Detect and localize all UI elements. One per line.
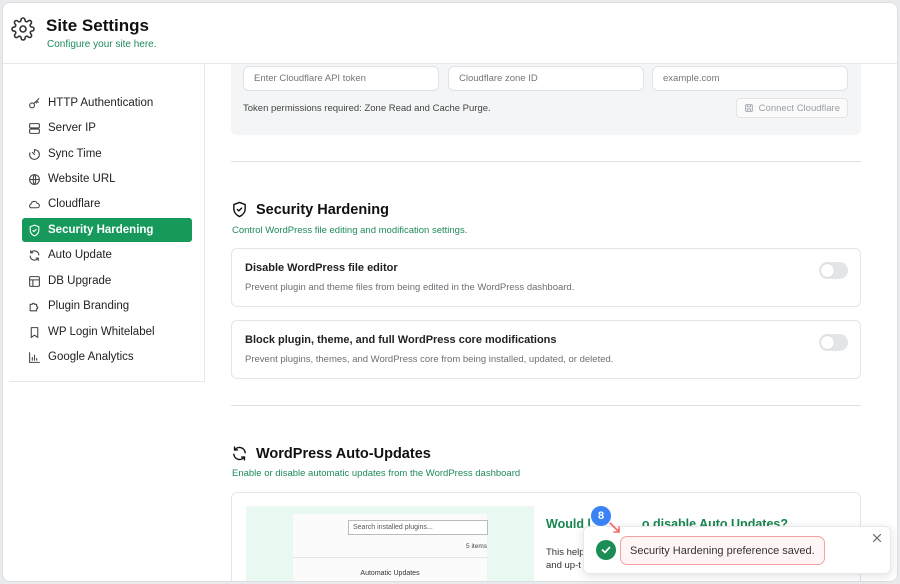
sidebar-item-plugin-branding[interactable]: Plugin Branding [22,294,192,318]
sidebar-item-label: Cloudflare [48,198,101,210]
site-settings-window: Site Settings Configure your site here. … [2,2,898,582]
sidebar-item-wp-login-whitelabel[interactable]: WP Login Whitelabel [22,320,192,344]
block-modifications-title: Block plugin, theme, and full WordPress … [245,334,557,346]
settings-main-panel: Token permissions required: Zone Read an… [205,64,897,581]
plugins-screen-preview: Search installed plugins... 5 items Auto… [293,514,488,581]
step-number-badge: 8 [590,505,612,527]
settings-sidebar: HTTP Authentication Server IP Sync Time … [9,64,205,382]
check-circle-icon [596,540,616,560]
shield-check-icon [29,224,40,236]
section-divider [231,405,861,406]
sidebar-item-db-upgrade[interactable]: DB Upgrade [22,269,192,293]
bookmark-icon [30,326,39,338]
security-hardening-subtitle: Control WordPress file editing and modif… [232,225,468,236]
key-icon [29,97,40,108]
save-icon [744,104,753,112]
auto-updates-heading: WordPress Auto-Updates [231,445,431,462]
section-divider [231,161,861,162]
sidebar-item-label: Auto Update [48,249,112,261]
cloudflare-zone-id-input[interactable] [448,66,644,91]
sidebar-item-label: Sync Time [48,148,102,160]
block-modifications-description: Prevent plugins, themes, and WordPress c… [245,354,614,365]
sidebar-item-security-hardening[interactable]: Security Hardening [22,218,192,242]
security-hardening-title: Security Hardening [256,201,389,218]
sidebar-item-label: Plugin Branding [48,300,130,312]
disable-file-editor-title: Disable WordPress file editor [245,262,398,274]
preview-divider [293,557,487,558]
toast-message: Security Hardening preference saved. [620,536,825,565]
connect-cloudflare-button[interactable]: Connect Cloudflare [735,98,848,118]
close-icon[interactable] [871,532,883,544]
block-modifications-toggle[interactable] [819,334,848,351]
database-icon [29,275,40,287]
disable-file-editor-toggle[interactable] [819,262,848,279]
pointer-arrow-icon [609,522,620,533]
preview-item-count: 5 items [466,543,487,550]
sidebar-item-label: Google Analytics [48,351,134,363]
disable-file-editor-description: Prevent plugin and theme files from bein… [245,282,575,293]
connect-cloudflare-label: Connect Cloudflare [758,102,840,114]
server-icon [29,122,40,134]
preview-search-box: Search installed plugins... [348,520,488,535]
cloud-icon [29,200,40,208]
auto-updates-preview-image: Search installed plugins... 5 items Auto… [246,506,534,581]
timer-icon [29,148,40,160]
cloudflare-settings-box: Token permissions required: Zone Read an… [231,64,861,135]
sidebar-item-http-authentication[interactable]: HTTP Authentication [22,91,192,115]
auto-updates-title: WordPress Auto-Updates [256,445,431,462]
preview-column-header: Automatic Updates [360,570,420,577]
sidebar-item-label: Security Hardening [48,224,154,236]
puzzle-icon [29,302,39,311]
page-subtitle: Configure your site here. [47,39,157,50]
sidebar-item-sync-time[interactable]: Sync Time [22,142,192,166]
sidebar-item-label: DB Upgrade [48,275,112,287]
sidebar-item-label: Server IP [48,122,96,134]
cloudflare-domain-input[interactable] [652,66,848,91]
sidebar-item-cloudflare[interactable]: Cloudflare [22,192,192,216]
bar-chart-icon [29,351,40,363]
sidebar-item-label: Website URL [48,173,116,185]
sidebar-item-google-analytics[interactable]: Google Analytics [22,345,192,369]
gear-icon [11,17,35,41]
security-hardening-heading: Security Hardening [231,201,389,218]
refresh-icon [233,446,246,461]
page-title: Site Settings [46,16,149,35]
sidebar-item-website-url[interactable]: Website URL [22,167,192,191]
refresh-icon [29,249,40,261]
sidebar-item-label: HTTP Authentication [48,97,154,109]
cloudflare-api-token-input[interactable] [243,66,439,91]
disable-file-editor-card: Disable WordPress file editor Prevent pl… [231,248,861,307]
auto-updates-subtitle: Enable or disable automatic updates from… [232,468,521,479]
page-header: Site Settings Configure your site here. [3,3,897,64]
block-modifications-card: Block plugin, theme, and full WordPress … [231,320,861,379]
cloudflare-token-note: Token permissions required: Zone Read an… [243,103,491,114]
sidebar-item-server-ip[interactable]: Server IP [22,116,192,140]
success-toast: Security Hardening preference saved. [583,526,891,574]
sidebar-item-auto-update[interactable]: Auto Update [22,243,192,267]
sidebar-item-label: WP Login Whitelabel [48,326,155,338]
globe-icon [29,173,40,185]
shield-check-icon [233,201,246,218]
